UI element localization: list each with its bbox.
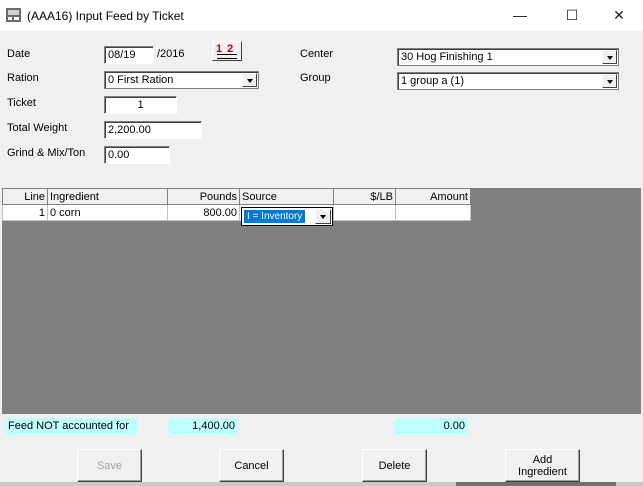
bottom-strip-dark — [456, 482, 616, 486]
unaccounted-pounds: 1,400.00 — [168, 418, 238, 435]
col-header-pounds: Pounds — [167, 188, 240, 205]
close-icon[interactable]: ✕ — [596, 0, 642, 31]
ration-value: 0 First Ration — [108, 74, 174, 86]
cell-line[interactable]: 1 — [2, 204, 48, 221]
col-header-ingredient: Ingredient — [47, 188, 168, 205]
add-ingredient-line2: Ingredient — [518, 465, 567, 478]
date-label: Date — [7, 48, 31, 60]
group-select[interactable]: 1 group a (1) — [397, 72, 619, 90]
date-field[interactable]: 08/19 — [104, 46, 154, 64]
window-title: (AAA16) Input Feed by Ticket — [27, 9, 184, 23]
cancel-button[interactable]: Cancel — [219, 449, 284, 482]
minimize-icon[interactable]: — — [497, 0, 543, 31]
col-header-amount: Amount — [395, 188, 471, 205]
add-ingredient-line1: Add — [532, 453, 553, 466]
chevron-down-icon[interactable] — [242, 73, 257, 87]
ticket-field[interactable]: 1 — [104, 96, 177, 114]
maximize-icon[interactable]: ☐ — [549, 0, 595, 31]
col-header-price: $/LB — [333, 188, 396, 205]
title-bar: (AAA16) Input Feed by Ticket — ☐ ✕ — [0, 0, 643, 31]
date-year: /2016 — [157, 48, 185, 60]
center-select[interactable]: 30 Hog Finishing 1 — [397, 48, 619, 66]
cell-amount[interactable] — [395, 204, 471, 221]
ticket-label: Ticket — [7, 97, 36, 109]
total-weight-label: Total Weight — [7, 122, 68, 134]
cell-pounds[interactable]: 800.00 — [167, 204, 240, 221]
group-value: 1 group a (1) — [401, 75, 464, 87]
col-header-line: Line — [2, 188, 48, 205]
table-row[interactable]: 1 0 corn 800.00 — [2, 204, 471, 221]
chevron-down-icon[interactable] — [602, 50, 617, 64]
chevron-down-icon[interactable] — [602, 74, 617, 88]
add-ingredient-button[interactable]: Add Ingredient — [505, 449, 580, 482]
center-label: Center — [300, 48, 334, 60]
calendar-lines-icon — [217, 54, 237, 59]
grind-label: Grind & Mix/Ton — [7, 147, 86, 159]
ingredient-grid: Line Ingredient Pounds Source $/LB Amoun… — [2, 188, 471, 221]
ration-label: Ration — [7, 72, 39, 84]
delete-button[interactable]: Delete — [362, 449, 427, 482]
bottom-strip — [0, 482, 643, 486]
col-header-source: Source — [239, 188, 334, 205]
source-value: I = Inventory — [244, 210, 306, 223]
center-value: 30 Hog Finishing 1 — [401, 51, 493, 63]
cell-price[interactable] — [333, 204, 396, 221]
cell-ingredient[interactable]: 0 corn — [47, 204, 168, 221]
grind-field[interactable]: 0.00 — [104, 146, 170, 164]
save-button[interactable]: Save — [77, 449, 142, 482]
calendar-button[interactable]: 1 2 — [212, 41, 242, 61]
chevron-down-icon[interactable] — [315, 209, 331, 224]
app-icon — [6, 8, 21, 22]
unaccounted-label: Feed NOT accounted for — [5, 418, 138, 435]
group-label: Group — [300, 72, 331, 84]
ration-select[interactable]: 0 First Ration — [104, 71, 259, 89]
total-amount: 0.00 — [394, 418, 468, 435]
total-weight-field[interactable]: 2,200.00 — [104, 121, 202, 139]
source-select[interactable]: I = Inventory — [241, 207, 333, 226]
